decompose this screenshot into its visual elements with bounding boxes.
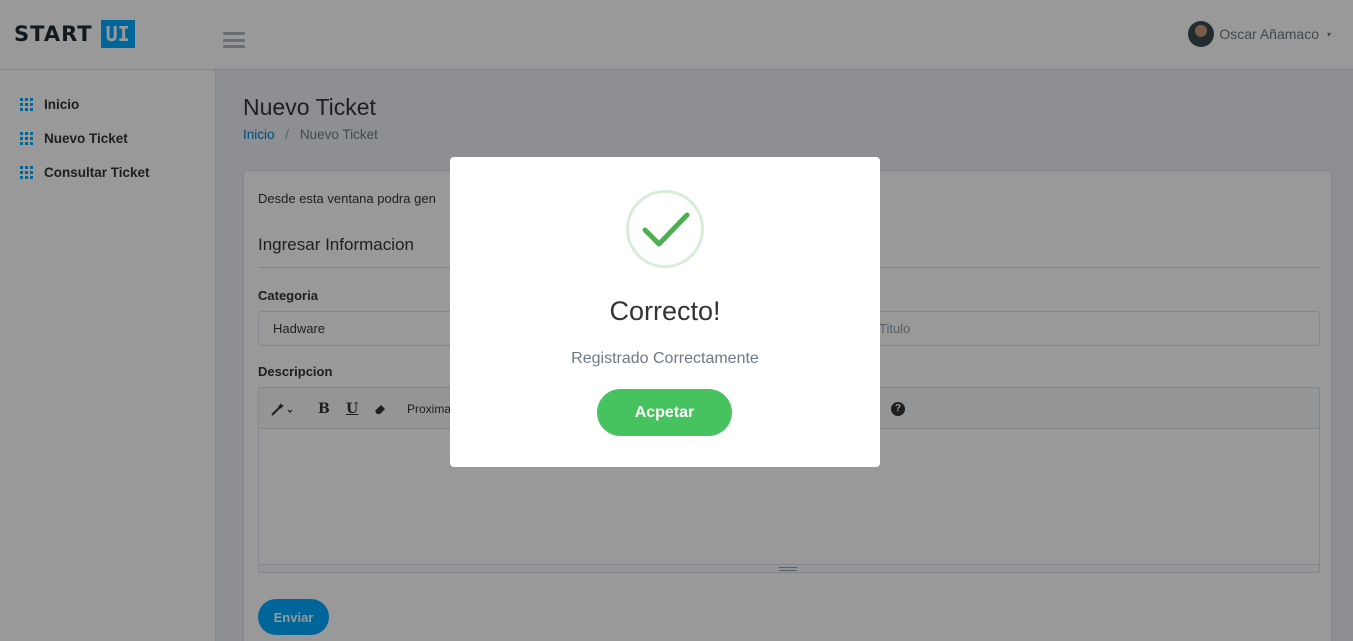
modal-message: Registrado Correctamente — [571, 350, 759, 367]
modal-title: Correcto! — [609, 296, 721, 326]
success-check-icon — [626, 190, 704, 268]
accept-button[interactable]: Acpetar — [597, 389, 732, 436]
success-modal: Correcto! Registrado Correctamente Acpet… — [450, 157, 880, 467]
